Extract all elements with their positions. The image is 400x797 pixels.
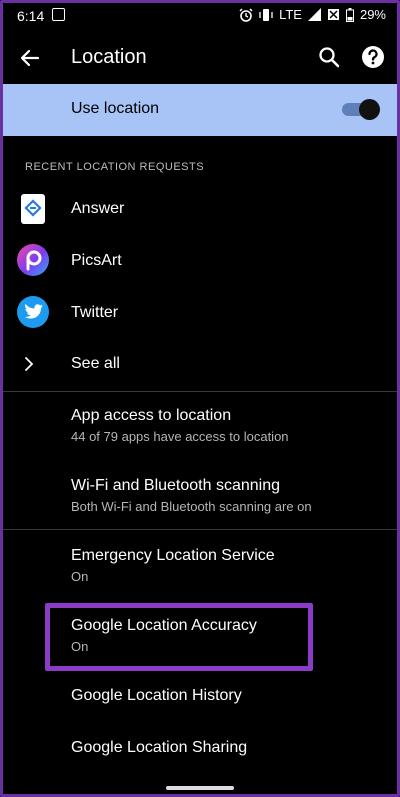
picsart-app-icon (17, 244, 49, 276)
battery-icon (345, 7, 354, 22)
notification-icon (52, 8, 65, 21)
back-arrow-icon[interactable] (16, 44, 44, 72)
app-access-row[interactable]: App access to location 44 of 79 apps hav… (0, 400, 400, 458)
status-icons: LTE 29% (239, 7, 386, 22)
battery-level: 29% (359, 7, 386, 22)
location-sharing-row[interactable]: Google Location Sharing (0, 732, 400, 768)
network-type-label: LTE (279, 7, 302, 22)
page-title: Location (71, 46, 147, 68)
see-all-row[interactable]: See all (0, 348, 400, 384)
signal-icon (307, 8, 321, 21)
scanning-row[interactable]: Wi-Fi and Bluetooth scanning Both Wi-Fi … (0, 470, 400, 528)
chevron-right-icon (25, 357, 34, 371)
emergency-location-title: Emergency Location Service (71, 547, 275, 564)
divider (0, 391, 400, 392)
recent-requests-header: RECENT LOCATION REQUESTS (25, 161, 205, 173)
app-access-summary: 44 of 79 apps have access to location (71, 429, 289, 444)
status-bar: 6:14 LTE 29% (0, 0, 400, 34)
emergency-location-summary: On (71, 569, 89, 584)
app-bar: Location (0, 34, 400, 82)
highlight-box (45, 603, 313, 671)
location-history-row[interactable]: Google Location History (0, 680, 400, 716)
alarm-icon (239, 7, 253, 22)
location-sharing-title: Google Location Sharing (71, 739, 248, 756)
answer-app-icon (21, 194, 45, 224)
scanning-title: Wi-Fi and Bluetooth scanning (71, 477, 280, 494)
recent-app-twitter[interactable]: Twitter (0, 296, 400, 332)
help-icon[interactable] (360, 44, 386, 70)
no-sim-icon (327, 9, 339, 20)
recent-app-answer[interactable]: Answer (0, 192, 400, 228)
app-access-title: App access to location (71, 407, 232, 424)
see-all-label: See all (71, 355, 120, 372)
recent-app-picsart[interactable]: PicsArt (0, 244, 400, 280)
twitter-app-icon (17, 296, 49, 328)
divider (0, 529, 400, 530)
location-history-title: Google Location History (71, 687, 242, 704)
status-time: 6:14 (17, 8, 45, 24)
switch-thumb (359, 99, 380, 120)
use-location-switch[interactable] (342, 99, 380, 120)
recent-app-label: Answer (71, 200, 125, 217)
use-location-toggle-row[interactable]: Use location (3, 84, 397, 136)
search-icon[interactable] (316, 44, 342, 70)
scanning-summary: Both Wi-Fi and Bluetooth scanning are on (71, 499, 312, 514)
gesture-nav-handle[interactable] (166, 786, 234, 790)
use-location-label: Use location (71, 100, 160, 117)
vibrate-icon (259, 8, 273, 21)
recent-app-label: PicsArt (71, 252, 122, 269)
recent-app-label: Twitter (71, 304, 119, 321)
emergency-location-row[interactable]: Emergency Location Service On (0, 540, 400, 598)
